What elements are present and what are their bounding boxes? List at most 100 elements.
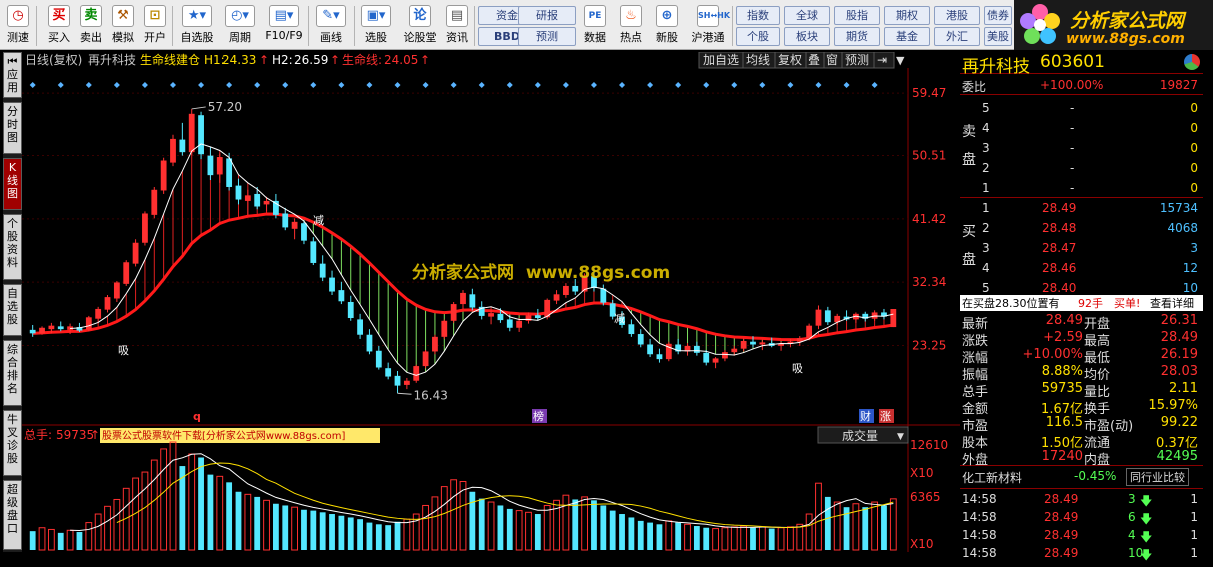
sell-level-row[interactable]: 3-0: [960, 140, 1203, 158]
btn-stock-index-futures[interactable]: 股指: [834, 6, 880, 25]
candle-body: [151, 189, 158, 215]
tab-apps[interactable]: ⏮应用: [3, 52, 22, 98]
kline-chart[interactable]: 日线(复权) 再升科技 生命线建仓 H1: 24.33 ↑ H2: 26.59 …: [22, 51, 960, 552]
buy-level-row[interactable]: 3 28.47 3: [960, 240, 1203, 258]
volume-bar: [366, 522, 373, 550]
up-arrow-icon: ↑: [420, 53, 430, 67]
sell-level-row[interactable]: 5-0: [960, 100, 1203, 118]
event-mark-q[interactable]: q: [193, 410, 201, 423]
toolbar-ipo[interactable]: ⊕ 新股: [652, 3, 682, 49]
candle-body: [563, 285, 569, 296]
chart-btn-forecast[interactable]: 预测: [845, 53, 869, 67]
toolbar-simulate[interactable]: ⚒ 模拟: [108, 3, 138, 49]
chart-btn-add-watch[interactable]: 加自选: [703, 53, 739, 67]
chart-btn-window[interactable]: 窗: [826, 53, 838, 67]
stock-code: 603601: [1040, 52, 1105, 72]
tab-rankings[interactable]: 综合排名: [3, 340, 22, 406]
buy-level-row[interactable]: 1 28.49 15734: [960, 200, 1203, 218]
signal-mark-xi: 吸: [792, 362, 803, 375]
sell-level-row[interactable]: 4-0: [960, 120, 1203, 138]
vol-tick-high: 12610: [910, 438, 948, 452]
toolbar-open-account[interactable]: ⊡ 开户: [140, 3, 170, 49]
toolbar-news[interactable]: ▤ 资讯: [442, 3, 472, 49]
btn-research[interactable]: 研报: [518, 6, 576, 25]
btn-us-stocks[interactable]: 美股: [984, 27, 1012, 46]
toolbar-watchlist[interactable]: ★▾ 自选股: [178, 3, 216, 49]
btn-global[interactable]: 全球: [784, 6, 830, 25]
chart-btn-adjust[interactable]: 复权: [778, 53, 802, 67]
document-icon: ▤: [446, 5, 468, 27]
candle-body: [235, 185, 242, 200]
toolbar-forum[interactable]: 论论股堂: [400, 3, 440, 49]
volume-bar: [385, 525, 392, 550]
clock-icon: ◷: [7, 5, 29, 27]
stats-row: 金额 1.67亿 换手 15.97%: [962, 398, 1198, 417]
wb-pct: +100.00%: [1040, 78, 1104, 92]
candle-body: [693, 345, 700, 353]
sell-level-row[interactable]: 2-0: [960, 160, 1203, 178]
volume-bar: [301, 509, 307, 550]
side-tab-bar: ⏮应用 分时图 K线图 个股资料 自选股 综合排名 牛叉诊股 超级盘口: [3, 52, 22, 552]
f10-icon: ▤▾: [269, 5, 299, 27]
btn-index[interactable]: 指数: [736, 6, 780, 25]
chevron-down-icon[interactable]: ▼: [897, 432, 904, 442]
tab-stock-profile[interactable]: 个股资料: [3, 214, 22, 280]
event-mark-cai[interactable]: 财: [860, 409, 871, 423]
toolbar-hot[interactable]: ♨ 热点: [616, 3, 646, 49]
btn-forex[interactable]: 外汇: [934, 27, 980, 46]
btn-bonds[interactable]: 债券: [984, 6, 1012, 25]
chart-nav-arrow-icon[interactable]: ⇥: [877, 53, 887, 67]
toolbar-draw-line[interactable]: ✎▾ 画线: [312, 3, 350, 49]
tab-diagnosis[interactable]: 牛叉诊股: [3, 410, 22, 476]
toolbar-stock-picker[interactable]: ▣▾ 选股: [358, 3, 394, 49]
toolbar-data[interactable]: PE 数据: [580, 3, 610, 49]
tab-watchlist[interactable]: 自选股: [3, 284, 22, 336]
industry-compare-button[interactable]: 同行业比较: [1126, 468, 1189, 486]
candle-body: [160, 160, 167, 191]
candle-body: [385, 368, 392, 377]
price-tick: 59.47: [912, 86, 946, 100]
chart-btn-ma[interactable]: 均线: [746, 53, 770, 67]
candle-body: [450, 304, 457, 321]
btn-sectors[interactable]: 板块: [784, 27, 830, 46]
candle-body: [824, 310, 831, 323]
chart-dropdown-icon[interactable]: ▼: [896, 54, 905, 67]
period-clock-icon: ◴▾: [225, 5, 255, 27]
industry-name[interactable]: 化工新材料: [962, 469, 1022, 486]
buy-level-row[interactable]: 4 28.46 12: [960, 260, 1203, 278]
info-line[interactable]: 在买盘28.30位置有 92手 买单! 查看详细: [960, 295, 1203, 311]
high-price-label: 57.20: [208, 100, 242, 114]
volume-bar: [881, 505, 887, 550]
candle-body: [48, 325, 55, 330]
btn-stocks[interactable]: 个股: [736, 27, 780, 46]
tab-super-orderbook[interactable]: 超级盘口: [3, 480, 22, 550]
btn-hk-stocks[interactable]: 港股: [934, 6, 980, 25]
ad-banner[interactable]: 股票公式股票软件下载[分析家公式网www.88gs.com]: [102, 429, 346, 442]
candle-body: [113, 282, 120, 299]
chart-btn-overlay[interactable]: 叠: [808, 53, 820, 67]
toolbar-f10[interactable]: ▤▾ F10/F9: [264, 3, 304, 49]
up-arrow-icon: ↑: [330, 53, 340, 67]
sell-level-row[interactable]: 1-0: [960, 180, 1203, 198]
tab-kline[interactable]: K线图: [3, 158, 22, 210]
btn-futures[interactable]: 期货: [834, 27, 880, 46]
event-mark-bang[interactable]: 榜: [533, 409, 544, 423]
toolbar-speedtest[interactable]: ◷ 测速: [3, 3, 33, 49]
toolbar-period[interactable]: ◴▾ 周期: [222, 3, 258, 49]
site-logo: 分析家公式网 www.88gs.com: [1014, 0, 1213, 50]
main-toolbar: ◷ 测速 买买入 卖卖出 ⚒ 模拟 ⊡ 开户 ★▾ 自选股 ◴▾ 周期 ▤▾ F10/F9 …: [0, 0, 1213, 50]
chart-pie-icon[interactable]: [1184, 54, 1200, 70]
toolbar-sell[interactable]: 卖卖出: [76, 3, 106, 49]
candle-body: [413, 366, 420, 381]
btn-options[interactable]: 期权: [884, 6, 930, 25]
volume-indicator-select[interactable]: 成交量: [842, 428, 878, 443]
btn-forecast[interactable]: 预测: [518, 27, 576, 46]
tick-row: 14:58 28.49 6 🡇 1: [960, 509, 1203, 527]
btn-funds[interactable]: 基金: [884, 27, 930, 46]
tab-intraday[interactable]: 分时图: [3, 102, 22, 154]
toolbar-buy[interactable]: 买买入: [44, 3, 74, 49]
toolbar-hk-connect[interactable]: SH↔HK 沪港通: [688, 3, 730, 49]
buy-level-row[interactable]: 2 28.48 4068: [960, 220, 1203, 238]
event-mark-zhang[interactable]: 涨: [880, 410, 891, 423]
chart-h2-value: 26.59: [294, 53, 328, 67]
